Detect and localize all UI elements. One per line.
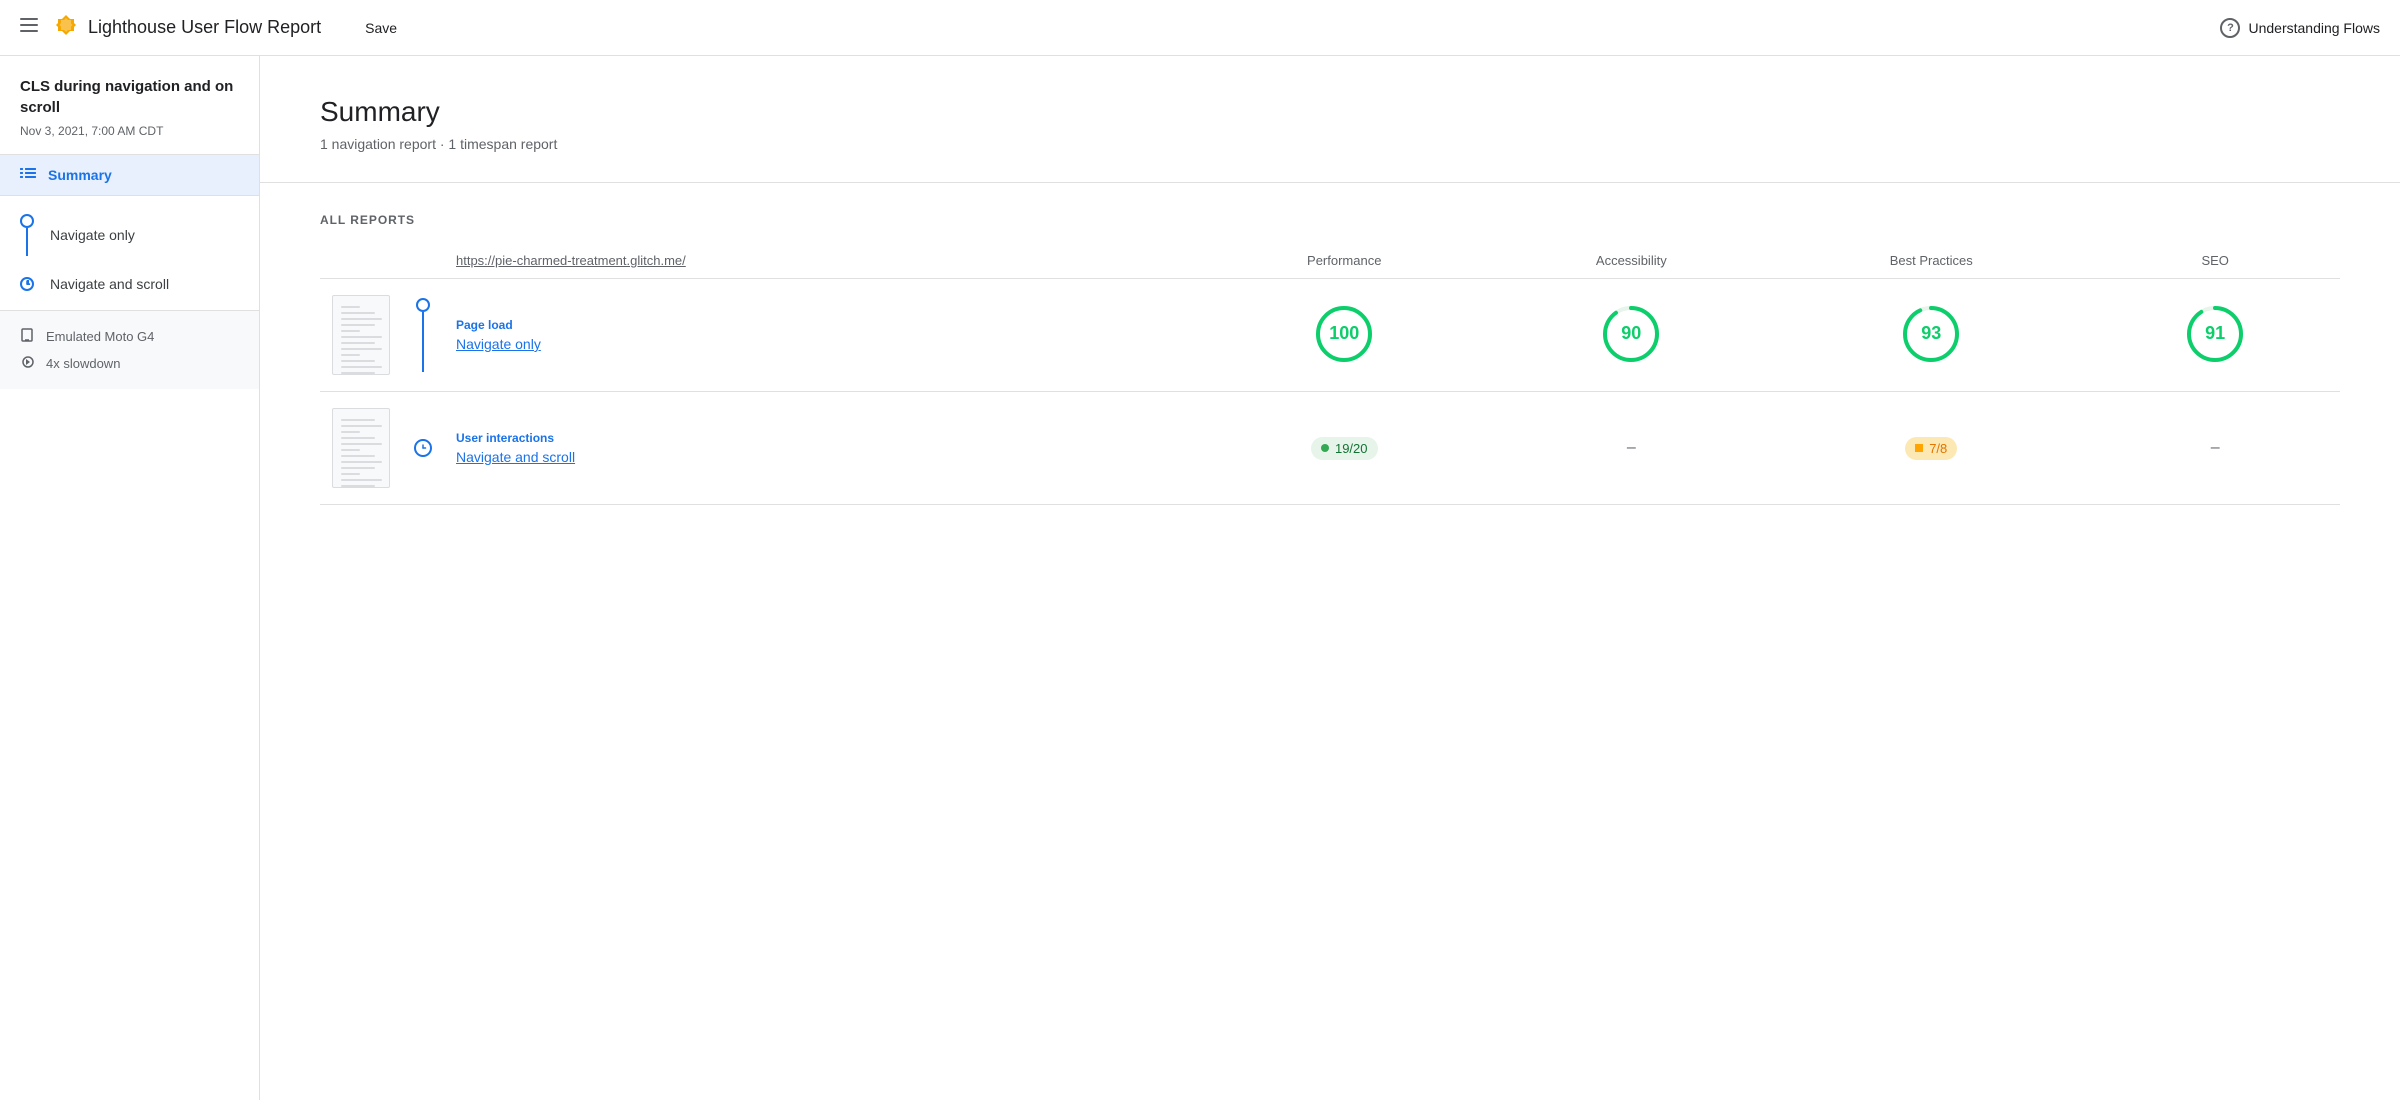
clock-hands: [418, 443, 428, 453]
device-slowdown-item: 4x slowdown: [20, 354, 239, 373]
thumbnail-cell-navigate-only: [320, 279, 402, 392]
score-pill-performance: 19/20: [1311, 437, 1378, 460]
th-accessibility: Accessibility: [1490, 243, 1772, 279]
dot-clock-row2: [414, 439, 432, 457]
pill-dot-green: [1321, 444, 1329, 452]
connector-cell-navigate-only: [402, 279, 444, 392]
score-number-accessibility: 90: [1621, 323, 1641, 344]
flow-label-navigate-scroll: Navigate and scroll: [50, 276, 169, 292]
device-icon: [20, 327, 36, 346]
flow-dot-clock: [20, 277, 34, 291]
score-performance-navigate-scroll: 19/20: [1198, 392, 1490, 505]
row-name-navigate-only[interactable]: Navigate only: [456, 336, 1186, 352]
table-row-navigate-only: Page load Navigate only 100: [320, 279, 2340, 392]
score-number-performance: 100: [1329, 323, 1359, 344]
list-icon: [20, 167, 36, 183]
table-header-row: https://pie-charmed-treatment.glitch.me/…: [320, 243, 2340, 279]
score-number-best-practices: 93: [1921, 323, 1941, 344]
info-cell-navigate-scroll: User interactions Navigate and scroll: [444, 392, 1198, 505]
summary-header-section: Summary 1 navigation report · 1 timespan…: [260, 56, 2400, 183]
score-value-best-practices-scroll: 7/8: [1929, 441, 1947, 456]
sidebar: CLS during navigation and on scroll Nov …: [0, 56, 260, 1100]
score-accessibility-navigate-scroll: –: [1490, 392, 1772, 505]
flow-dot-circle: [20, 214, 34, 228]
th-thumbnail: [320, 243, 402, 279]
slowdown-icon: [20, 354, 36, 373]
flow-connector-navigate-only: [20, 214, 34, 256]
score-circle-best-practices: 93: [1901, 304, 1961, 364]
score-seo-navigate-scroll: –: [2090, 392, 2340, 505]
device-emulation-label: Emulated Moto G4: [46, 329, 154, 344]
slowdown-label: 4x slowdown: [46, 356, 120, 371]
all-reports-label: ALL REPORTS: [320, 213, 2340, 227]
thumbnail-navigate-scroll: [332, 408, 390, 488]
th-performance: Performance: [1198, 243, 1490, 279]
row-type-navigate-only: Page load: [456, 318, 1186, 332]
device-emulation-item: Emulated Moto G4: [20, 327, 239, 346]
th-url: https://pie-charmed-treatment.glitch.me/: [444, 243, 1198, 279]
score-dash-accessibility: –: [1627, 439, 1636, 456]
sidebar-device-info: Emulated Moto G4 4x slowdown: [0, 311, 259, 389]
score-best-practices-navigate-only: 93: [1772, 279, 2090, 392]
logo-icon: [54, 13, 78, 43]
dot-circle-row1: [416, 298, 430, 312]
connector-cell-navigate-scroll: [402, 392, 444, 505]
understanding-flows-link[interactable]: ? Understanding Flows: [2220, 18, 2380, 38]
reports-section: ALL REPORTS https://pie-charmed-treatmen…: [260, 183, 2400, 535]
pill-square-orange: [1915, 444, 1923, 452]
score-number-seo: 91: [2205, 323, 2225, 344]
help-icon: ?: [2220, 18, 2240, 38]
sidebar-summary-item[interactable]: Summary: [0, 155, 259, 196]
th-best-practices: Best Practices: [1772, 243, 2090, 279]
flow-label-navigate-only: Navigate only: [50, 227, 135, 243]
score-accessibility-navigate-only: 90: [1490, 279, 1772, 392]
v-connector-navigate-only: [414, 298, 432, 372]
v-connector-navigate-scroll: [414, 439, 432, 457]
summary-label: Summary: [48, 167, 112, 183]
score-value-performance-scroll: 19/20: [1335, 441, 1368, 456]
flow-connector-navigate-scroll: [20, 277, 34, 291]
summary-subtitle: 1 navigation report · 1 timespan report: [320, 136, 2340, 152]
sidebar-item-navigate-only[interactable]: Navigate only: [0, 204, 259, 266]
row-type-navigate-scroll: User interactions: [456, 431, 1186, 445]
th-seo: SEO: [2090, 243, 2340, 279]
score-circle-accessibility: 90: [1601, 304, 1661, 364]
score-performance-navigate-only: 100: [1198, 279, 1490, 392]
app-header: Lighthouse User Flow Report Save ? Under…: [0, 0, 2400, 56]
summary-title: Summary: [320, 96, 2340, 128]
score-seo-navigate-only: 91: [2090, 279, 2340, 392]
score-circle-seo: 91: [2185, 304, 2245, 364]
info-cell-navigate-only: Page load Navigate only: [444, 279, 1198, 392]
score-circle-performance: 100: [1314, 304, 1374, 364]
flow-line: [26, 228, 28, 256]
score-best-practices-navigate-scroll: 7/8: [1772, 392, 2090, 505]
th-url-text: https://pie-charmed-treatment.glitch.me/: [456, 253, 686, 268]
table-row-navigate-scroll: User interactions Navigate and scroll 19…: [320, 392, 2340, 505]
save-button[interactable]: Save: [353, 14, 409, 42]
row-name-navigate-scroll[interactable]: Navigate and scroll: [456, 449, 1186, 465]
thumbnail-navigate-only: [332, 295, 390, 375]
understanding-flows-label: Understanding Flows: [2248, 20, 2380, 36]
reports-table: https://pie-charmed-treatment.glitch.me/…: [320, 243, 2340, 505]
score-pill-best-practices: 7/8: [1905, 437, 1957, 460]
main-content: Summary 1 navigation report · 1 timespan…: [260, 56, 2400, 1100]
project-title: CLS during navigation and on scroll: [20, 76, 239, 118]
thumbnail-cell-navigate-scroll: [320, 392, 402, 505]
sidebar-flows: Navigate only Navigate and scroll: [0, 196, 259, 311]
th-connector: [402, 243, 444, 279]
v-line-row1: [422, 312, 424, 372]
app-title: Lighthouse User Flow Report: [88, 17, 321, 38]
main-layout: CLS during navigation and on scroll Nov …: [0, 56, 2400, 1100]
project-date: Nov 3, 2021, 7:00 AM CDT: [20, 124, 239, 138]
menu-icon[interactable]: [20, 16, 38, 39]
sidebar-item-navigate-scroll[interactable]: Navigate and scroll: [0, 266, 259, 302]
score-dash-seo: –: [2211, 439, 2220, 456]
sidebar-project-info: CLS during navigation and on scroll Nov …: [0, 56, 259, 155]
